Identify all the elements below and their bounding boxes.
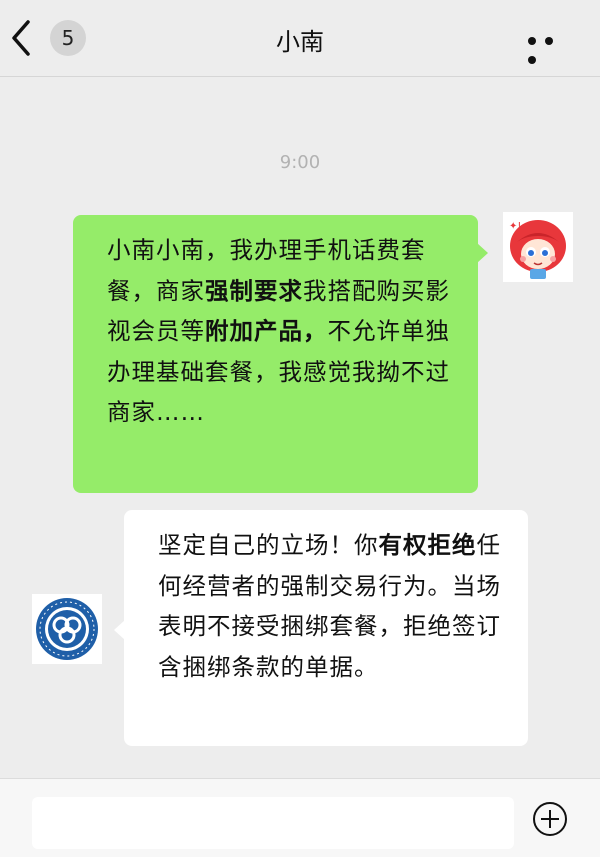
top-bar: 5 小南 [0,0,600,77]
chat-title: 小南 [276,28,324,56]
message-composer [0,778,600,857]
add-attachment-button[interactable] [532,801,568,837]
received-message-bubble[interactable]: 坚定自己的立场！你有权拒绝任何经营者的强制交易行为。当场表明不接受捆绑套餐，拒绝… [114,510,528,746]
message-text: 坚定自己的立场！你 [158,531,379,559]
sent-message-bubble[interactable]: 小南小南，我办理手机话费套餐，商家强制要求我搭配购买影视会员等附加产品，不允许单… [73,215,488,493]
svg-text:✦!: ✦! [509,221,521,232]
more-dots-icon [545,37,553,45]
more-dots-icon [528,37,536,45]
message-emphasis: 附加产品， [205,317,328,345]
cartoon-girl-avatar[interactable]: ✦! [503,212,573,282]
plus-circle-icon [533,802,567,836]
more-options-button[interactable] [528,30,578,64]
message-emphasis: 强制要求 [205,276,303,305]
university-logo-avatar[interactable] [32,594,102,664]
message-emphasis: 有权拒绝 [378,531,477,559]
message-timestamp: 9:00 [279,152,321,173]
message-input[interactable] [32,797,514,849]
more-dots-icon [528,56,536,64]
